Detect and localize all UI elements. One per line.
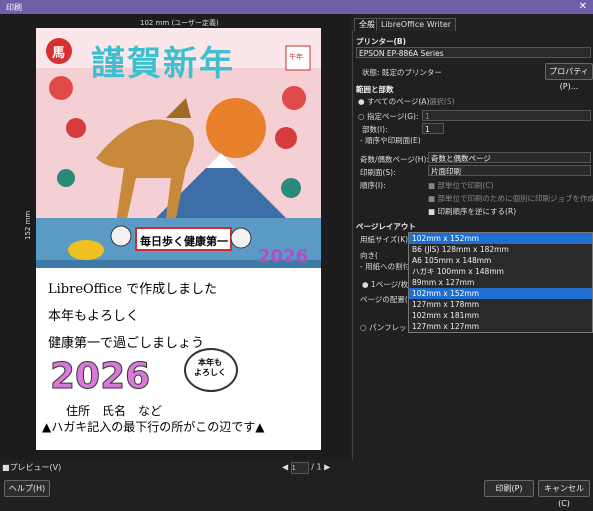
help-button[interactable]: ヘルプ(H)	[4, 480, 50, 497]
card-line-1: LibreOffice で作成しました	[48, 282, 218, 297]
odd-even-label: 奇数/偶数ページ(H):	[360, 155, 429, 164]
paper-size-dropdown[interactable]: 102mm x 152mm B6 (JIS) 128mm x 182mm A6 …	[408, 232, 593, 333]
card-line-3: 健康第一で過ごしましょう	[48, 336, 205, 351]
layout-section: ページレイアウト	[356, 222, 416, 231]
fit-expander[interactable]: - 用紙への割付	[360, 261, 410, 272]
seal-text: 午年	[289, 53, 303, 61]
card-bottom-note: ▲ハガキ記入の最下行の所がこの辺です▲	[42, 420, 265, 434]
separate-jobs-checkbox[interactable]: ■ 部単位で印刷のために個別に印刷ジョブを作成	[428, 193, 593, 204]
preview-page: 馬 謹賀新年 午年 毎日歩く健康第一 2026 LibreOffice で作成し…	[36, 28, 321, 450]
reverse-order-checkbox[interactable]: ■ 印刷順序を逆にする(R)	[428, 206, 516, 217]
copies-label: 部数(I):	[362, 125, 388, 134]
preview-checkbox[interactable]: ■プレビュー(V)	[2, 462, 61, 473]
page-navigator: ◀ / 1 ▶	[282, 462, 330, 474]
banner-text: 毎日歩く健康第一	[140, 235, 228, 248]
range-section: 範囲と部数	[356, 85, 394, 94]
paper-width-label: 102 mm (ユーザー定義)	[140, 19, 219, 27]
selection-radio[interactable]: ○ 選択(S)	[420, 96, 455, 107]
sides-label: 印刷面(S):	[360, 168, 396, 177]
page-arrangement-label: ページの配置(	[360, 295, 408, 304]
pages-radio[interactable]: ○ 指定ページ(G):	[358, 111, 418, 122]
paper-option[interactable]: 127mm x 178mm	[409, 299, 592, 310]
print-button[interactable]: 印刷(P)	[484, 480, 534, 497]
properties-button[interactable]: プロパティ(P)...	[545, 63, 593, 91]
reverse-order-label: 印刷順序を逆にする(R)	[437, 207, 517, 216]
collate-checkbox[interactable]: ■ 部単位で印刷(C)	[428, 180, 494, 191]
title-bar: 印刷 ✕	[0, 0, 593, 14]
collate-label: 部単位で印刷(C)	[437, 181, 494, 190]
close-icon[interactable]: ✕	[579, 1, 587, 12]
selection-label: 選択(S)	[428, 97, 455, 106]
paper-size-current[interactable]: 102mm x 152mm	[409, 233, 592, 244]
printer-list[interactable]: EPSON EP-886A Series	[356, 47, 591, 58]
year-small: 2026	[258, 246, 309, 267]
card-address: 住所 氏名 など	[66, 404, 163, 418]
paper-option[interactable]: A6 105mm x 148mm	[409, 255, 592, 266]
pages-label: 指定ページ(G):	[366, 112, 419, 121]
paper-height-label: 152 mm	[24, 210, 32, 240]
order-expander[interactable]: - 順序や印刷面(E)	[360, 135, 421, 146]
order-expander-label: 順序や印刷面(E)	[365, 136, 421, 145]
bubble-text: 本年も よろしく	[194, 358, 226, 377]
printer-status: 状態: 既定のプリンター	[362, 68, 442, 77]
next-page-icon[interactable]: ▶	[324, 463, 330, 472]
cancel-button[interactable]: キャンセル(C)	[538, 480, 590, 508]
paper-size-label: 用紙サイズ(K):	[360, 235, 411, 244]
paper-option[interactable]: B6 (JIS) 128mm x 182mm	[409, 244, 592, 255]
pages-input[interactable]: 1	[422, 110, 591, 121]
sides-select[interactable]: 片面印刷	[428, 165, 591, 176]
odd-even-select[interactable]: 奇数と偶数ページ	[428, 152, 591, 163]
card-headline: 謹賀新年	[91, 44, 235, 84]
paper-option-selected[interactable]: 102mm x 152mm	[409, 288, 592, 299]
page-number-input[interactable]	[290, 462, 309, 474]
paper-option[interactable]: 102mm x 181mm	[409, 310, 592, 321]
page-total: / 1	[311, 462, 322, 472]
printer-section: プリンター(B)	[356, 37, 407, 46]
separate-jobs-label: 部単位で印刷のために個別に印刷ジョブを作成	[437, 194, 593, 203]
paper-option[interactable]: 127mm x 127mm	[409, 321, 592, 332]
uma-stamp: 馬	[52, 46, 66, 61]
tab-writer[interactable]: LibreOffice Writer	[376, 18, 457, 31]
card-line-2: 本年もよろしく	[48, 309, 140, 324]
all-pages-radio[interactable]: ● すべてのページ(A)	[358, 96, 429, 107]
prev-page-icon[interactable]: ◀	[282, 463, 288, 472]
paper-option[interactable]: 89mm x 127mm	[409, 277, 592, 288]
year-big: 2026	[49, 356, 151, 398]
order-label: 順序(I):	[360, 181, 386, 190]
window-title: 印刷	[6, 3, 22, 12]
paper-option[interactable]: ハガキ 100mm x 148mm	[409, 266, 592, 277]
copies-input[interactable]: 1	[422, 123, 444, 134]
preview-checkbox-label: プレビュー(V)	[9, 463, 62, 472]
orientation-label: 向き(	[360, 251, 378, 260]
